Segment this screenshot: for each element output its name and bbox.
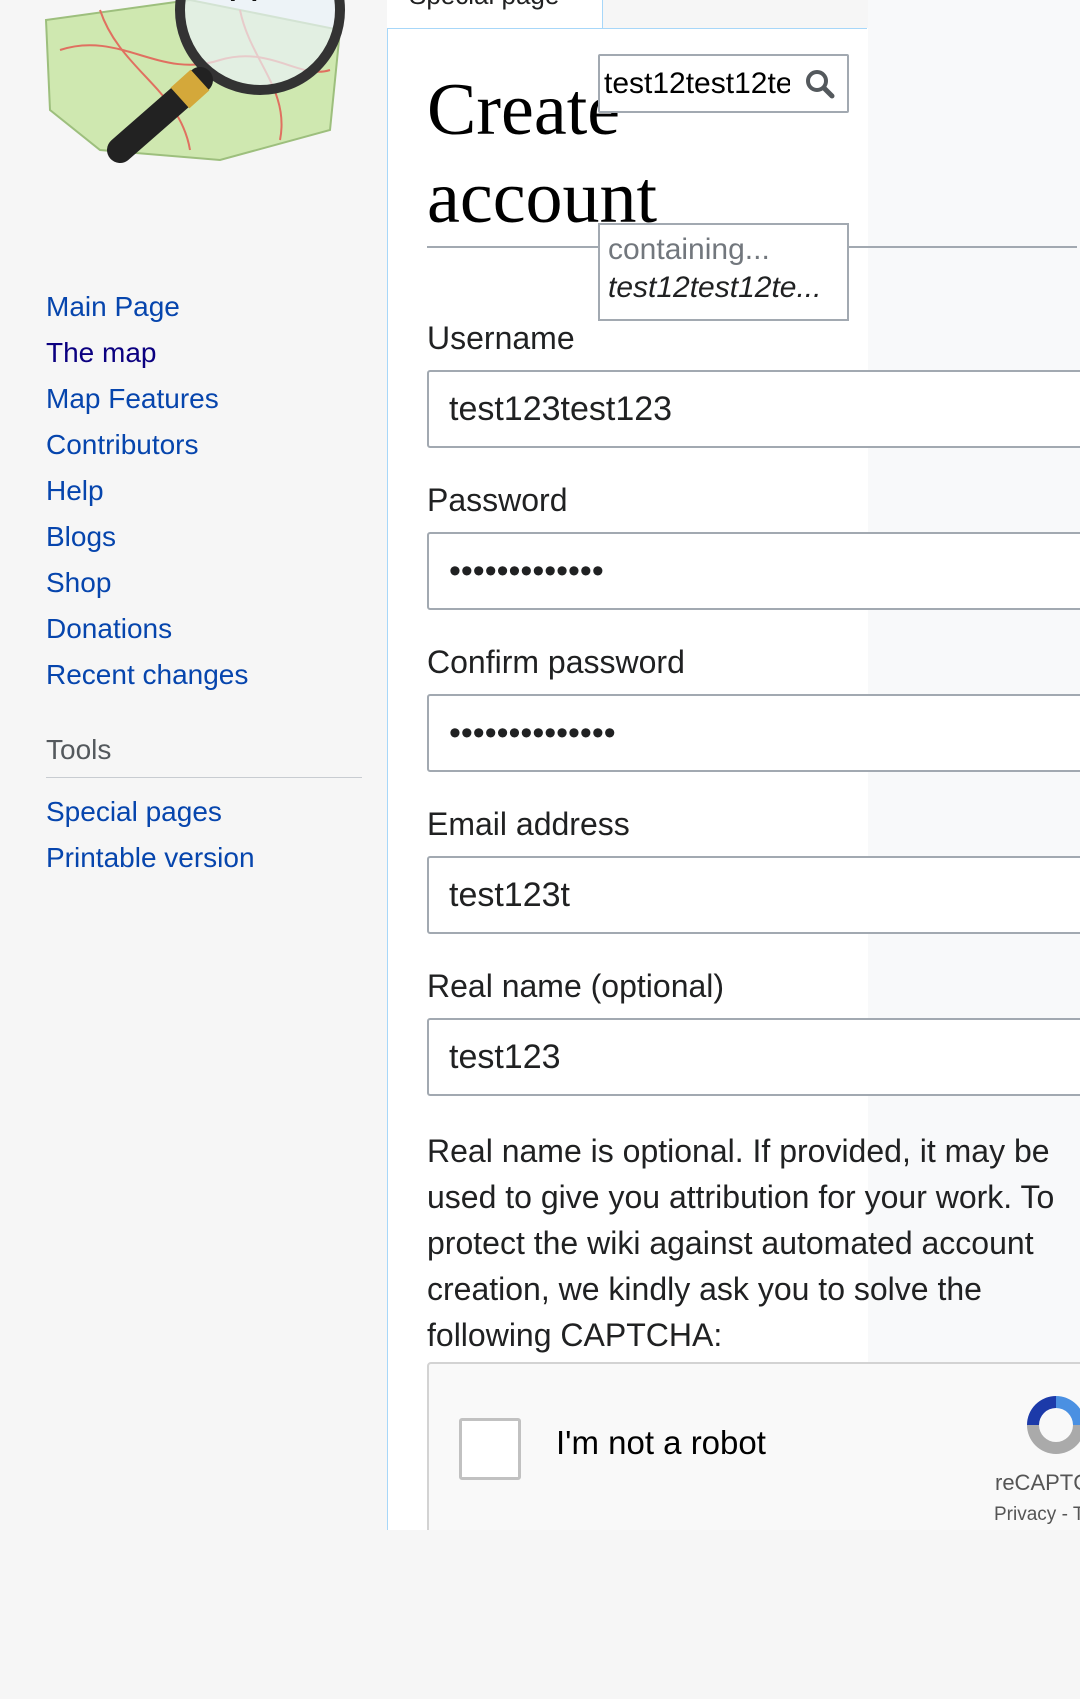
suggestion-value[interactable]: test12test12te... bbox=[608, 269, 839, 307]
sidebar-item-special-pages[interactable]: Special pages bbox=[46, 789, 255, 835]
tab-special-page[interactable]: Special page bbox=[387, 0, 603, 28]
sidebar-item-shop[interactable]: Shop bbox=[46, 560, 248, 606]
sidebar-nav: Main Page The map Map Features Contribut… bbox=[46, 284, 248, 698]
sidebar-item-recent-changes[interactable]: Recent changes bbox=[46, 652, 248, 698]
sidebar-item-map-features[interactable]: Map Features bbox=[46, 376, 248, 422]
recaptcha-brand: reCAPTCHA bbox=[995, 1470, 1080, 1495]
username-input[interactable]: test123test123 bbox=[427, 370, 1080, 448]
sidebar-link[interactable]: Help bbox=[46, 475, 104, 506]
sidebar-link[interactable]: Special pages bbox=[46, 796, 222, 827]
suggestion-hint[interactable]: containing... bbox=[608, 231, 839, 269]
sidebar-item-donations[interactable]: Donations bbox=[46, 606, 248, 652]
sidebar-link[interactable]: Main Page bbox=[46, 291, 180, 322]
tools-heading: Tools bbox=[46, 734, 112, 765]
search-icon[interactable] bbox=[804, 68, 836, 100]
sidebar-item-main-page[interactable]: Main Page bbox=[46, 284, 248, 330]
password-input[interactable]: ••••••••••••• bbox=[427, 532, 1080, 610]
sidebar-link[interactable]: Contributors bbox=[46, 429, 199, 460]
password-label: Password bbox=[427, 482, 568, 518]
search-suggestions[interactable]: containing... test12test12te... bbox=[598, 223, 849, 321]
captcha-label: I'm not a robot bbox=[556, 1424, 766, 1461]
tab-bar: Special page bbox=[387, 0, 867, 29]
search-box[interactable]: test12test12test123 bbox=[598, 54, 849, 113]
sidebar-link[interactable]: Blogs bbox=[46, 521, 116, 552]
confirm-password-label: Confirm password bbox=[427, 644, 685, 680]
search-input[interactable]: test12test12test123 bbox=[604, 64, 790, 104]
sidebar-link[interactable]: Printable version bbox=[46, 842, 255, 873]
realname-input[interactable]: test123 bbox=[427, 1018, 1080, 1096]
sidebar-item-printable-version[interactable]: Printable version bbox=[46, 835, 255, 881]
username-label: Username bbox=[427, 320, 575, 356]
logo-text: Wiki bbox=[215, 0, 332, 13]
email-input[interactable]: test123t bbox=[427, 856, 1080, 934]
help-text: Real name is optional. If provided, it m… bbox=[427, 1133, 1055, 1353]
sidebar-link[interactable]: Map Features bbox=[46, 383, 219, 414]
realname-label: Real name (optional) bbox=[427, 968, 725, 1004]
recaptcha-links[interactable]: Privacy - Terms bbox=[994, 1504, 1080, 1526]
page-footer-area bbox=[0, 1530, 1080, 1699]
sidebar-item-blogs[interactable]: Blogs bbox=[46, 514, 248, 560]
tools-divider bbox=[46, 777, 362, 778]
sidebar-item-the-map[interactable]: The map bbox=[46, 330, 248, 376]
email-label: Email address bbox=[427, 806, 630, 842]
tools-nav: Special pages Printable version bbox=[46, 789, 255, 881]
sidebar-link[interactable]: Donations bbox=[46, 613, 172, 644]
page-title-line1: Create bbox=[427, 69, 621, 151]
captcha-checkbox[interactable] bbox=[459, 1418, 521, 1480]
confirm-password-input[interactable]: •••••••••••••• bbox=[427, 694, 1080, 772]
recaptcha-icon bbox=[1027, 1396, 1080, 1454]
sidebar-link[interactable]: Shop bbox=[46, 567, 111, 598]
sidebar-item-help[interactable]: Help bbox=[46, 468, 248, 514]
sidebar-item-contributors[interactable]: Contributors bbox=[46, 422, 248, 468]
wiki-logo[interactable]: Wiki bbox=[40, 0, 360, 190]
sidebar-link[interactable]: Recent changes bbox=[46, 659, 248, 690]
sidebar-link[interactable]: The map bbox=[46, 337, 157, 368]
